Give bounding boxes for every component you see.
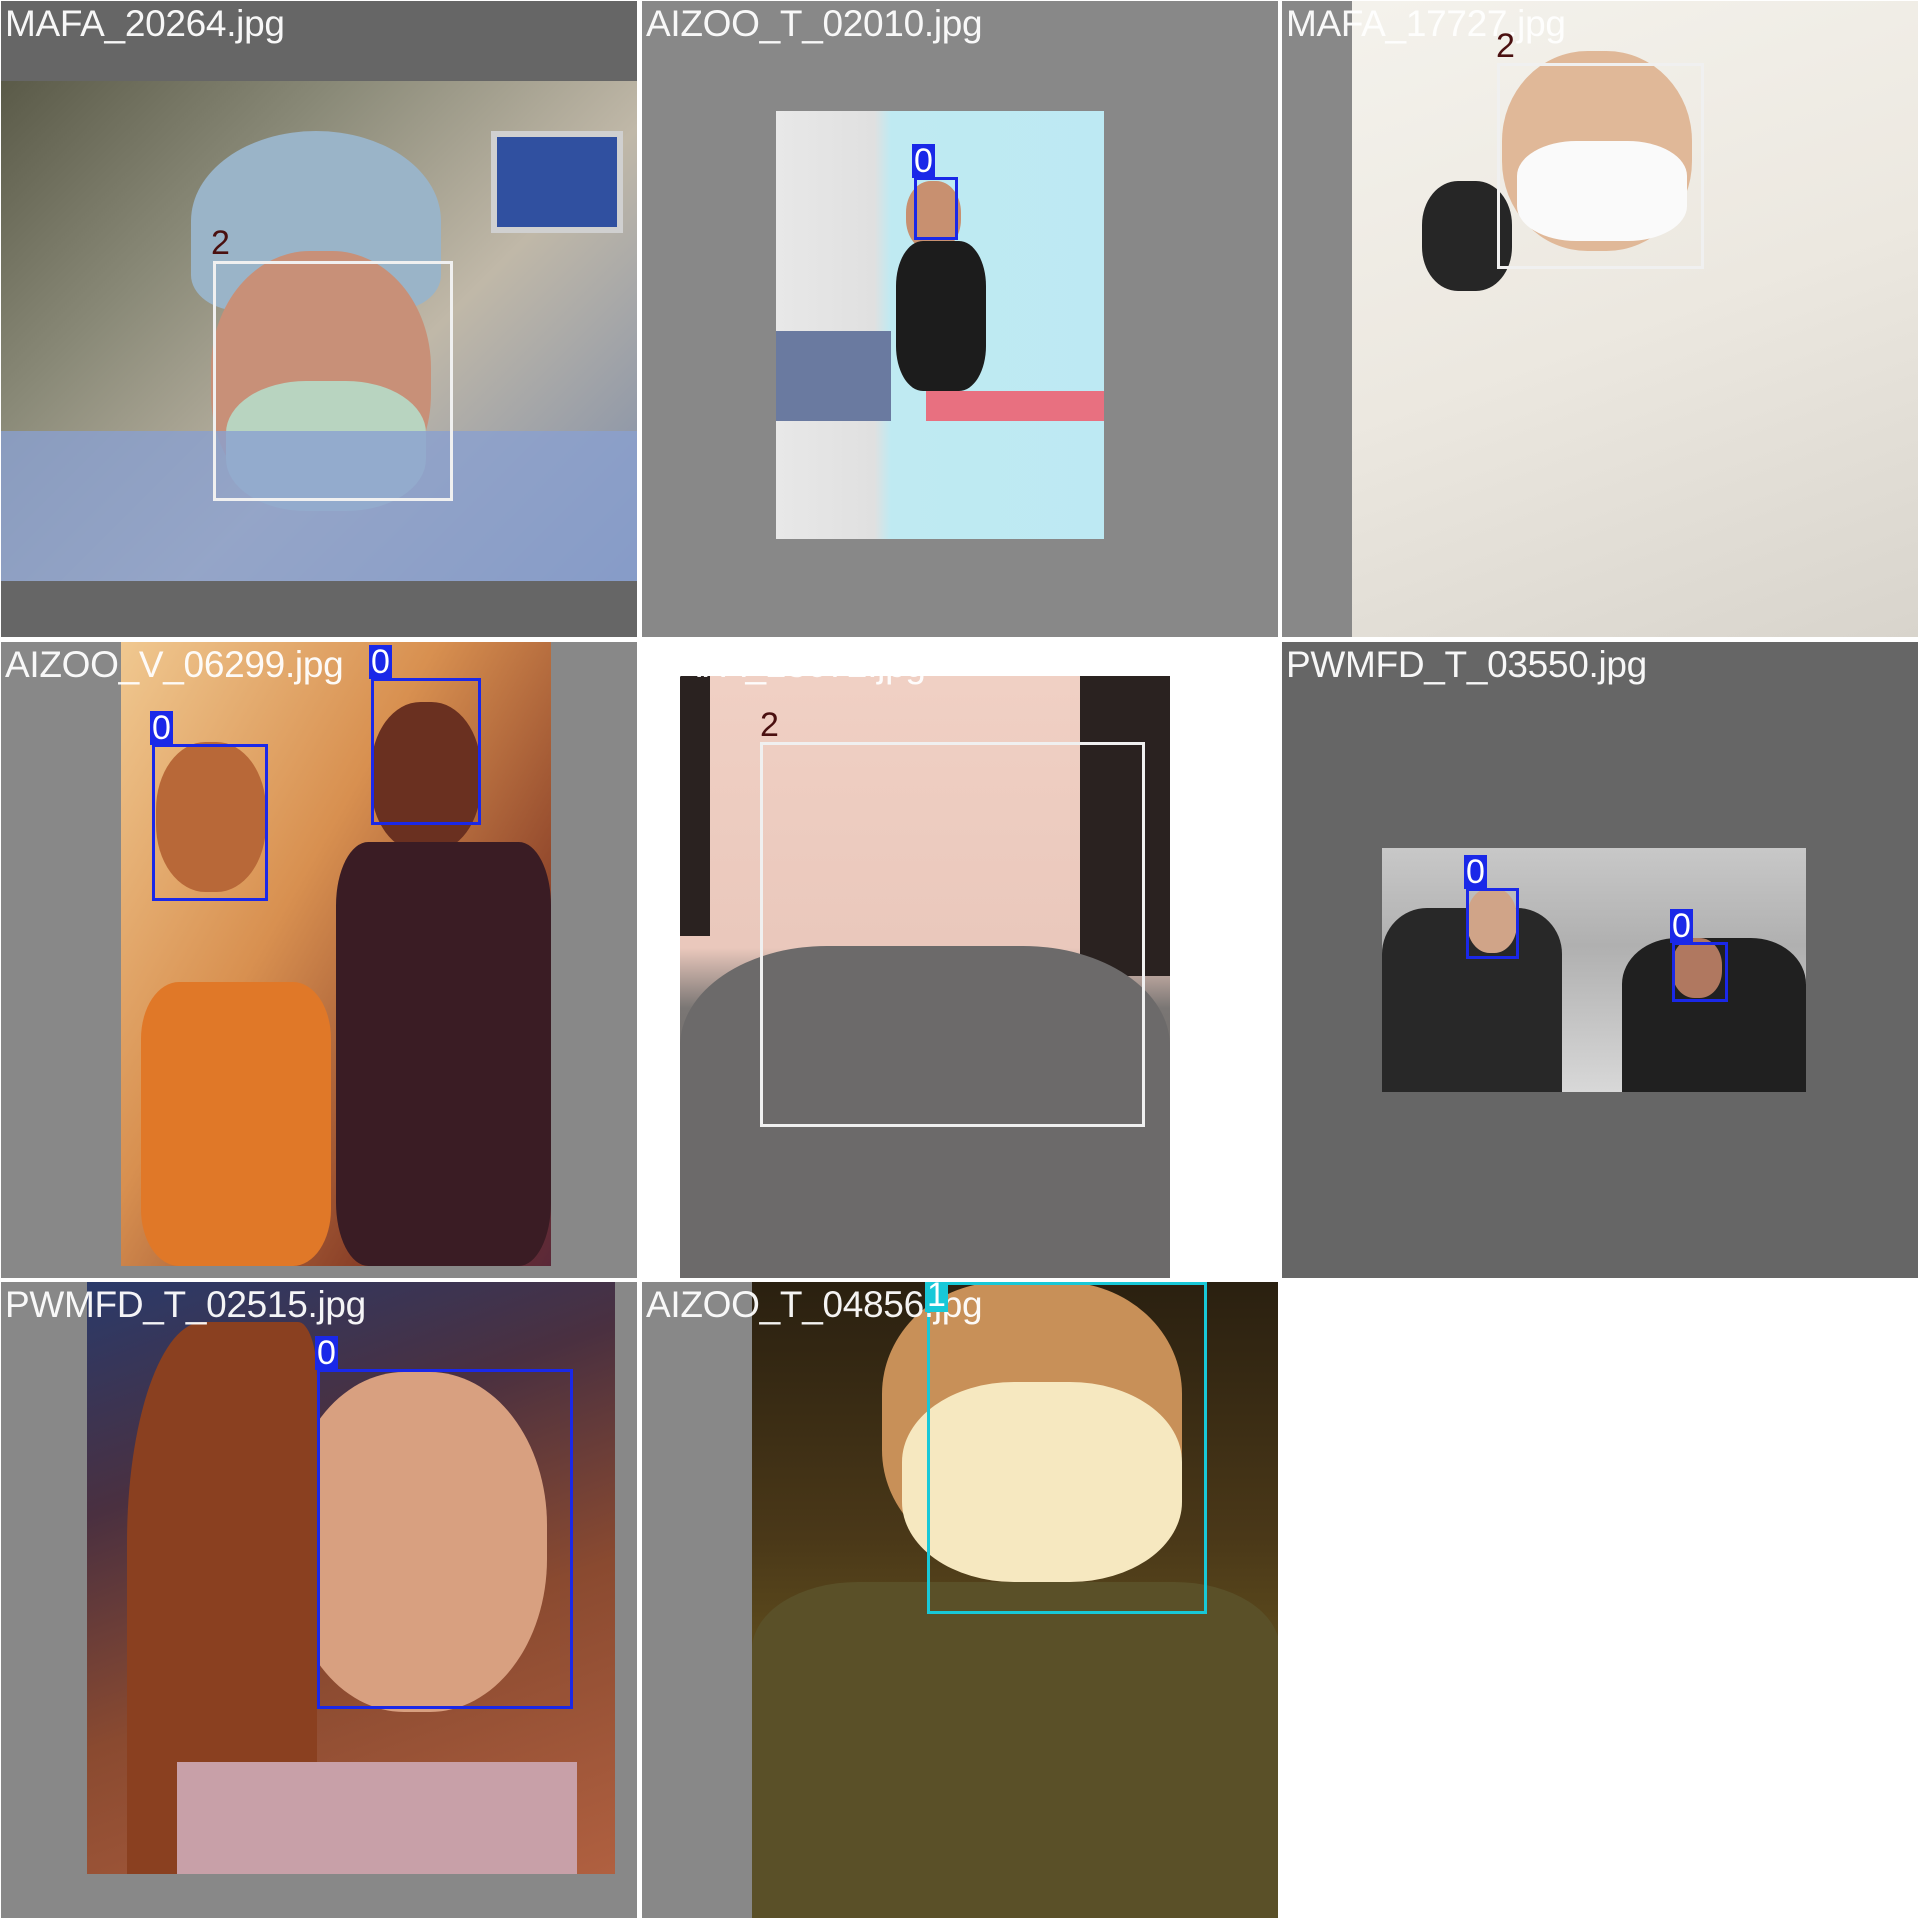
tile-mafa-23672: MAFA_23672.jpg 2	[641, 641, 1279, 1279]
tile-filename: PWMFD_T_03550.jpg	[1286, 644, 1647, 685]
bbox-class-2	[213, 261, 453, 501]
photo-street-crowd	[1382, 848, 1806, 1092]
tile-filename: MAFA_17727.jpg	[1286, 3, 1566, 44]
bbox-label: 2	[211, 224, 230, 262]
bbox-class-0	[317, 1369, 573, 1709]
bbox-label: 0	[912, 142, 935, 180]
bbox-class-0	[371, 678, 481, 825]
tile-aizoo-t-04856: AIZOO_T_04856.jpg 1	[641, 1281, 1279, 1919]
bbox-class-1	[927, 1282, 1207, 1614]
bbox-class-0	[1466, 888, 1519, 959]
tile-mafa-20264: MAFA_20264.jpg 2	[0, 0, 638, 638]
bbox-label: 0	[1670, 907, 1693, 945]
bbox-class-0	[1672, 942, 1728, 1002]
mosaic-grid: MAFA_20264.jpg 2 AIZOO_T_02010.jpg 0 MAF…	[0, 0, 1920, 1920]
tile-pwmfd-t-02515: PWMFD_T_02515.jpg 0	[0, 1281, 638, 1919]
tile-aizoo-t-02010: AIZOO_T_02010.jpg 0	[641, 0, 1279, 638]
bbox-class-0	[914, 177, 958, 240]
bbox-label: 2	[1496, 27, 1515, 65]
tile-filename: AIZOO_V_06299.jpg	[5, 644, 344, 685]
tile-mafa-17727: MAFA_17727.jpg 2	[1281, 0, 1919, 638]
tile-filename: PWMFD_T_02515.jpg	[5, 1284, 366, 1325]
tile-filename: MAFA_23672.jpg	[646, 644, 926, 685]
tile-filename: AIZOO_T_02010.jpg	[646, 3, 983, 44]
bbox-label: 2	[760, 706, 779, 744]
tile-filename: MAFA_20264.jpg	[5, 3, 285, 44]
photo-couple	[121, 642, 551, 1266]
bbox-label: 0	[150, 709, 173, 747]
bbox-label: 1	[925, 1282, 948, 1312]
bbox-class-0	[152, 744, 268, 901]
bbox-class-2	[760, 742, 1145, 1127]
bbox-label: 0	[369, 643, 392, 681]
bbox-class-2	[1497, 63, 1704, 269]
bbox-label: 0	[1464, 853, 1487, 891]
photo-swimmer	[776, 111, 1104, 539]
tile-aizoo-v-06299: AIZOO_V_06299.jpg 0 0	[0, 641, 638, 1279]
bbox-label: 0	[315, 1334, 338, 1372]
tile-pwmfd-t-03550: PWMFD_T_03550.jpg 0 0	[1281, 641, 1919, 1279]
